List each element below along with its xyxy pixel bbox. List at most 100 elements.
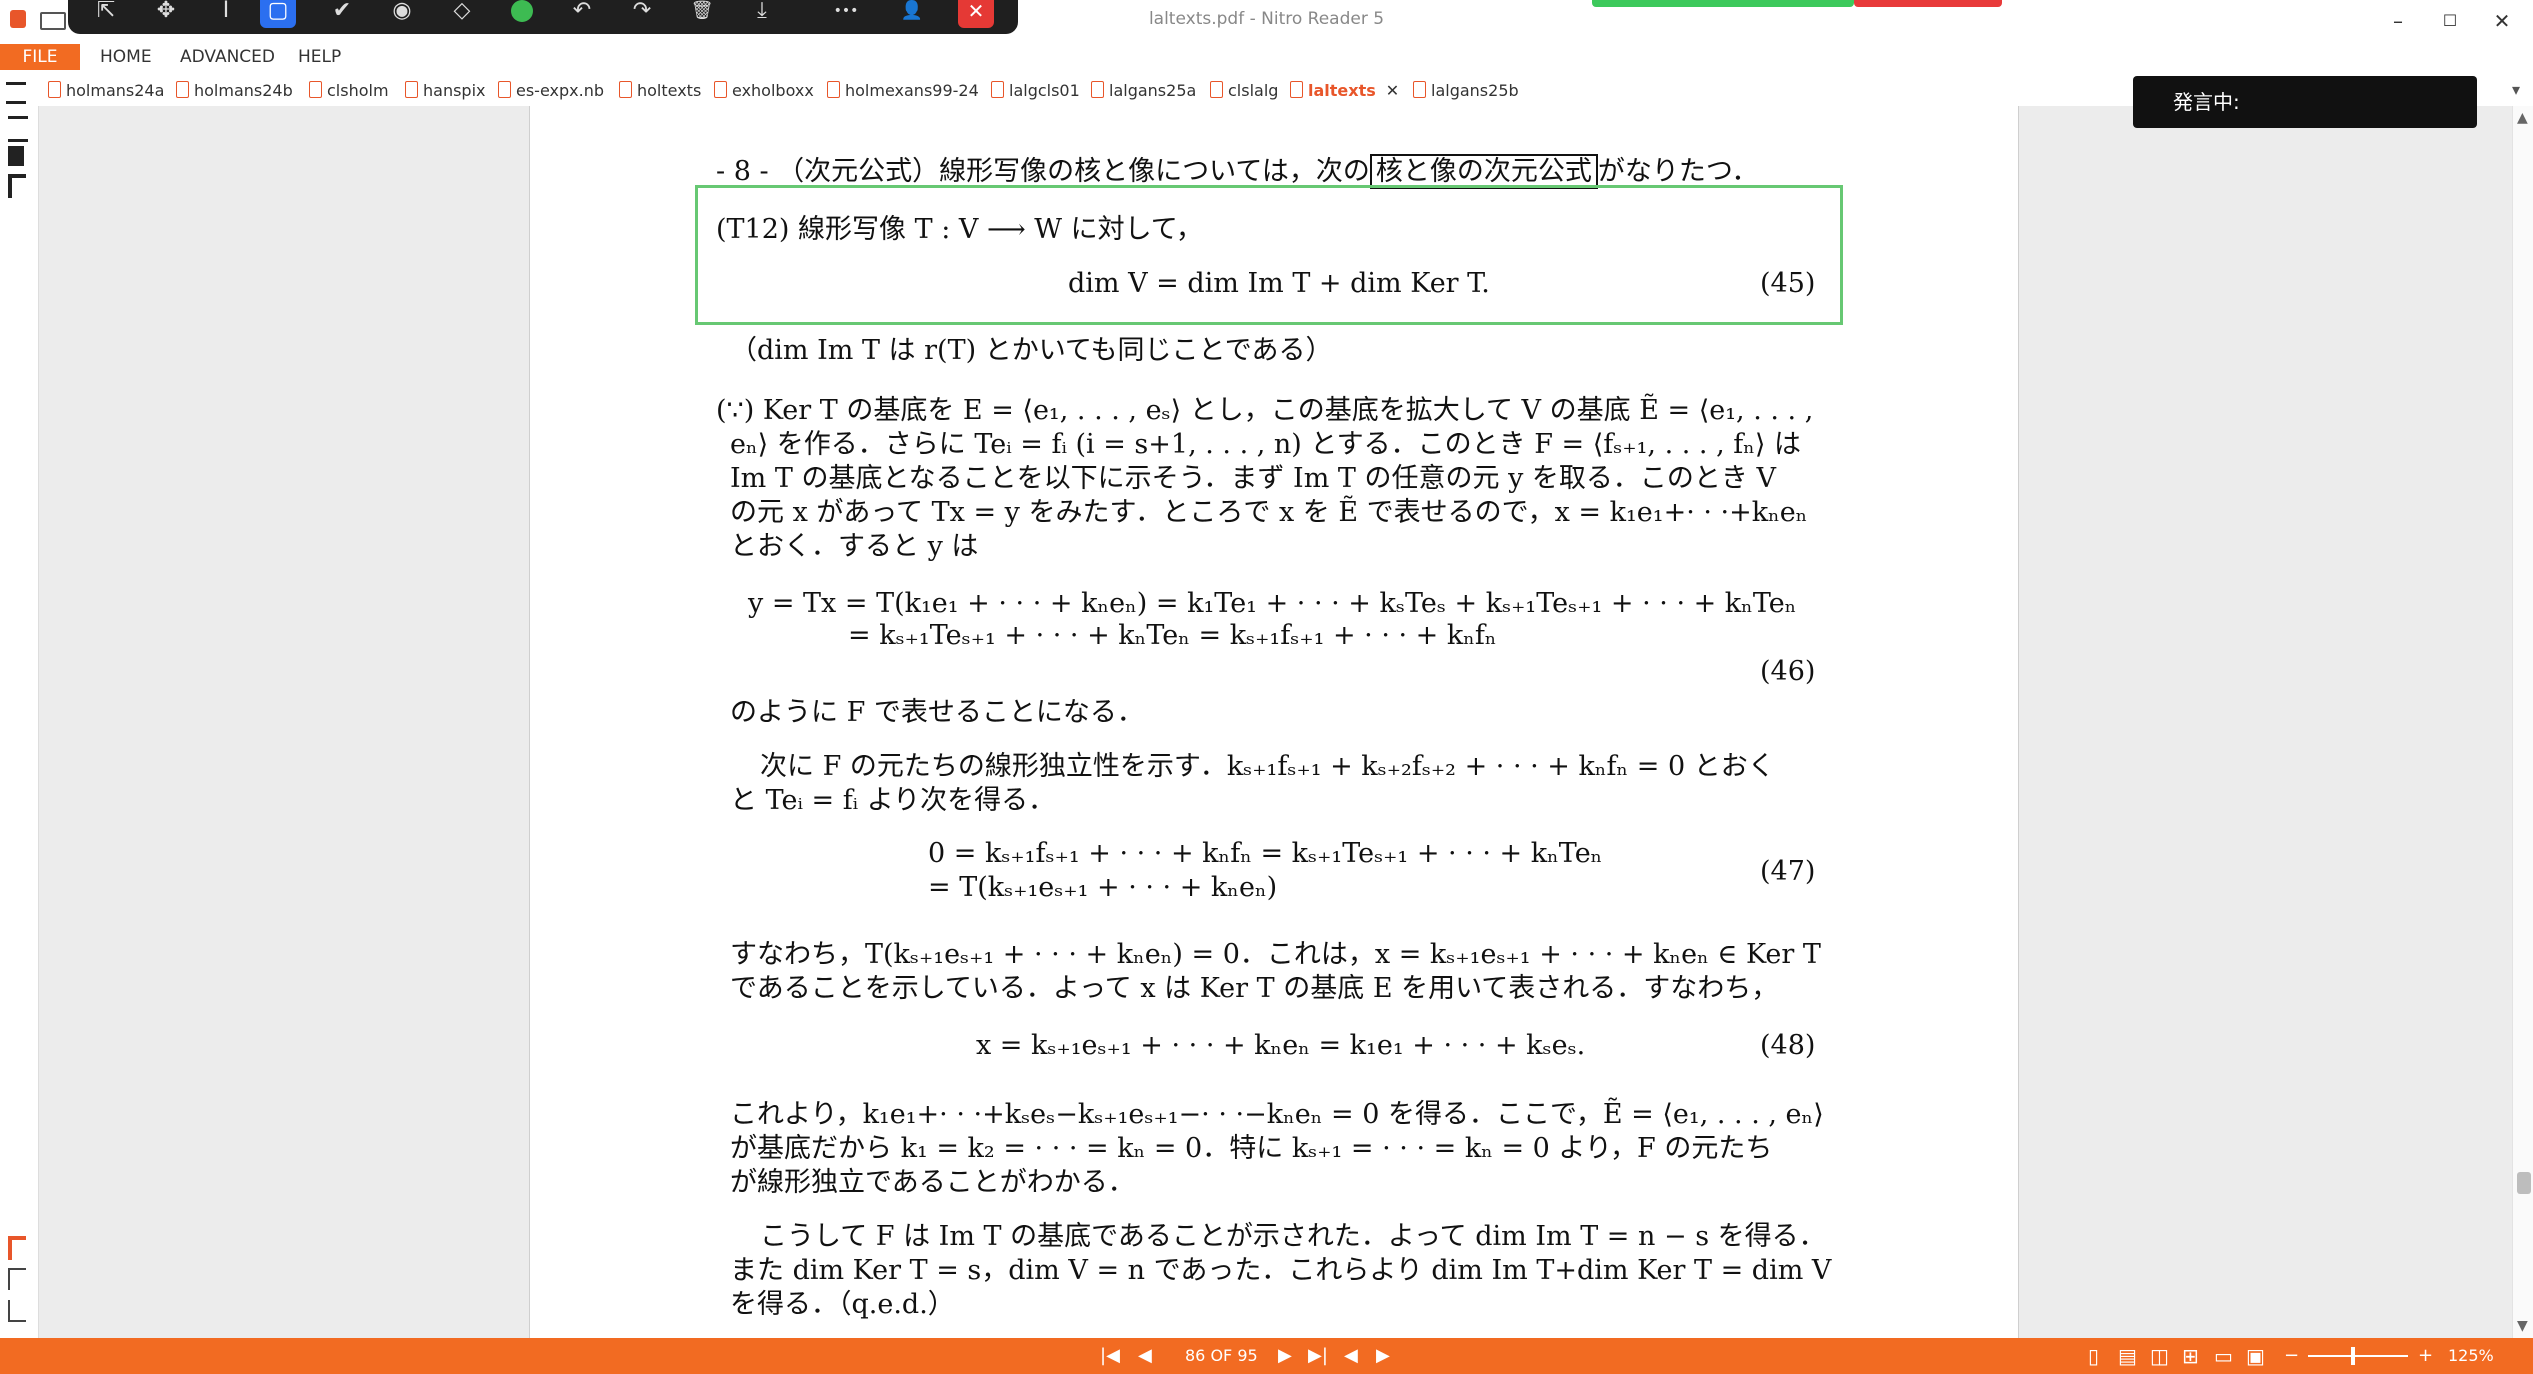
pan-icon[interactable]: ✥ bbox=[148, 0, 184, 28]
tab-holmexans99-24[interactable]: holmexans99-24 bbox=[827, 78, 979, 104]
tab-label: clsholm bbox=[327, 81, 389, 100]
pdf-file-icon bbox=[619, 81, 632, 98]
doc-line-kernel-2: であることを示している．よって x は Ker T の基底 E を用いて表される… bbox=[730, 973, 1779, 1004]
sidebar-pages-icon[interactable] bbox=[8, 116, 28, 142]
tab-holmans24b[interactable]: holmans24b bbox=[176, 78, 293, 104]
eraser-icon[interactable]: ◇ bbox=[444, 0, 480, 28]
page-indicator[interactable]: 86 OF 95 bbox=[1185, 1338, 1258, 1374]
tab-exholboxx[interactable]: exholboxx bbox=[714, 78, 814, 104]
single-page-view-icon[interactable]: ▯ bbox=[2088, 1338, 2099, 1374]
continuous-view-icon[interactable]: ▤ bbox=[2118, 1338, 2137, 1374]
sidebar-bookmark-icon[interactable] bbox=[8, 146, 24, 166]
tab-label: lalgans25b bbox=[1431, 81, 1519, 100]
zoom-slider-handle[interactable] bbox=[2351, 1347, 2355, 1365]
pdf-file-icon bbox=[405, 81, 418, 98]
sidebar-comments-icon[interactable] bbox=[8, 1236, 26, 1260]
rectangle-icon[interactable]: ▢ bbox=[260, 0, 296, 28]
tab-holmans24a[interactable]: holmans24a bbox=[48, 78, 164, 104]
tab-label: clslalg bbox=[1228, 81, 1279, 100]
last-page-icon[interactable]: ▶| bbox=[1308, 1338, 1328, 1374]
menu-bar: FILE HOME ADVANCED HELP bbox=[0, 44, 2533, 70]
undo-icon[interactable]: ↶ bbox=[564, 0, 600, 28]
menu-file[interactable]: FILE bbox=[0, 44, 80, 70]
eq-number-46: (46) bbox=[1760, 656, 1816, 687]
fit-page-icon[interactable]: ▣ bbox=[2246, 1338, 2265, 1374]
recording-level-green bbox=[1592, 0, 1854, 7]
menu-help[interactable]: HELP bbox=[298, 44, 341, 70]
annotation-toolbar: ⇱ ✥ I ▢ ✔ ◉ ◇ ↶ ↷ 🗑 ⤓ ••• 👤 ✕ bbox=[68, 0, 1018, 34]
doc-eq-46-b: = kₛ₊₁Teₛ₊₁ + · · · + kₙTeₙ = kₛ₊₁fₛ₊₁ +… bbox=[848, 620, 1497, 651]
scroll-thumb[interactable] bbox=[2517, 1172, 2531, 1194]
boxed-term: 核と像の次元公式 bbox=[1369, 154, 1598, 189]
delete-icon[interactable]: 🗑 bbox=[684, 0, 720, 28]
doc-line-indep-2: と Teᵢ = fᵢ より次を得る． bbox=[730, 785, 1056, 816]
doc-eq-48: x = kₛ₊₁eₛ₊₁ + · · · + kₙeₙ = k₁e₁ + · ·… bbox=[976, 1030, 1586, 1061]
pdf-file-icon bbox=[1413, 81, 1426, 98]
user-icon[interactable]: 👤 bbox=[894, 0, 930, 28]
eq-number-48: (48) bbox=[1760, 1030, 1816, 1061]
tool-lines-icon[interactable] bbox=[6, 82, 26, 104]
tab-es-expx[interactable]: es-expx.nb bbox=[498, 78, 604, 104]
tab-hanspix[interactable]: hanspix bbox=[405, 78, 486, 104]
status-bar: |◀ ◀ 86 OF 95 ▶ ▶| ◀ ▶ ▯ ▤ ◫ ⊞ ▭ ▣ − + 1… bbox=[0, 1338, 2533, 1374]
rectangle-annotation[interactable] bbox=[695, 185, 1843, 325]
stamp-icon[interactable]: ◉ bbox=[384, 0, 420, 28]
close-tab-icon[interactable]: ✕ bbox=[1386, 81, 1399, 100]
doc-eq-45: dim V = dim Im T + dim Ker T. bbox=[1068, 268, 1490, 299]
speaking-indicator-popup: 発言中: bbox=[2133, 76, 2477, 128]
doc-eq-47-a: 0 = kₛ₊₁fₛ₊₁ + · · · + kₙfₙ = kₛ₊₁Teₛ₊₁ … bbox=[928, 838, 1603, 869]
checkmark-icon[interactable]: ✔ bbox=[324, 0, 360, 28]
more-icon[interactable]: ••• bbox=[828, 0, 864, 28]
forward-view-icon[interactable]: ▶ bbox=[1376, 1338, 1390, 1374]
tab-laltexts[interactable]: laltexts ✕ bbox=[1290, 78, 1399, 104]
fit-width-icon[interactable]: ▭ bbox=[2214, 1338, 2233, 1374]
sidebar-layers-icon[interactable] bbox=[8, 174, 26, 198]
doc-line-note: （dim Im T は r(T) とかいても同じことである） bbox=[730, 335, 1333, 366]
previous-page-icon[interactable]: ◀ bbox=[1138, 1338, 1152, 1374]
zoom-out-icon[interactable]: − bbox=[2284, 1338, 2299, 1374]
tab-label: hanspix bbox=[423, 81, 486, 100]
minimize-button[interactable]: – bbox=[2378, 6, 2418, 36]
zoom-slider[interactable] bbox=[2308, 1355, 2408, 1357]
recording-level-red bbox=[1854, 0, 2002, 7]
eq-number-47: (47) bbox=[1760, 856, 1816, 887]
doc-line-heading: - 8 - （次元公式）線形写像の核と像については，次の 核と像の次元公式 がなりた… bbox=[716, 154, 1759, 189]
doc-eq-46-a: y = Tx = T(k₁e₁ + · · · + kₙeₙ) = k₁Te₁ … bbox=[748, 588, 1797, 619]
pdf-file-icon bbox=[309, 81, 322, 98]
tab-label: lalgans25a bbox=[1109, 81, 1197, 100]
tab-label: holmans24a bbox=[66, 81, 165, 100]
redo-icon[interactable]: ↷ bbox=[624, 0, 660, 28]
zoom-level[interactable]: 125% bbox=[2448, 1338, 2494, 1374]
tab-clsholm[interactable]: clsholm bbox=[309, 78, 389, 104]
sidebar-list-icon[interactable] bbox=[8, 1300, 26, 1322]
menu-home[interactable]: HOME bbox=[100, 44, 152, 70]
doc-line-conclude-3: を得る．（q.e.d.） bbox=[730, 1289, 955, 1320]
facing-continuous-view-icon[interactable]: ⊞ bbox=[2182, 1338, 2199, 1374]
eq-number-45: (45) bbox=[1760, 268, 1816, 299]
facing-view-icon[interactable]: ◫ bbox=[2150, 1338, 2169, 1374]
maximize-button[interactable]: ☐ bbox=[2430, 6, 2470, 36]
menu-advanced[interactable]: ADVANCED bbox=[180, 44, 275, 70]
tab-lalgcls01[interactable]: lalgcls01 bbox=[991, 78, 1080, 104]
tab-lalgans25b[interactable]: lalgans25b bbox=[1413, 78, 1519, 104]
back-view-icon[interactable]: ◀ bbox=[1344, 1338, 1358, 1374]
next-page-icon[interactable]: ▶ bbox=[1278, 1338, 1292, 1374]
first-page-icon[interactable]: |◀ bbox=[1100, 1338, 1120, 1374]
close-toolbar-icon[interactable]: ✕ bbox=[958, 0, 994, 28]
download-icon[interactable]: ⤓ bbox=[744, 0, 780, 28]
sidebar-outline-icon[interactable] bbox=[8, 1268, 26, 1290]
select-arrow-icon[interactable]: ⇱ bbox=[88, 0, 124, 28]
scroll-up-icon[interactable]: ▲ bbox=[2517, 110, 2528, 126]
tab-clslalg[interactable]: clslalg bbox=[1210, 78, 1278, 104]
scroll-down-icon[interactable]: ▼ bbox=[2517, 1318, 2528, 1334]
close-window-button[interactable]: ✕ bbox=[2482, 6, 2522, 36]
text-cursor-icon[interactable]: I bbox=[208, 0, 244, 28]
pdf-file-icon bbox=[498, 81, 511, 98]
tab-holtexts[interactable]: holtexts bbox=[619, 78, 701, 104]
tab-lalgans25a[interactable]: lalgans25a bbox=[1091, 78, 1196, 104]
tabs-dropdown-icon[interactable]: ▾ bbox=[2512, 80, 2520, 99]
color-dot-icon[interactable] bbox=[504, 0, 540, 28]
tab-label: holmans24b bbox=[194, 81, 293, 100]
zoom-in-icon[interactable]: + bbox=[2418, 1338, 2433, 1374]
vertical-scrollbar[interactable]: ▲ ▼ bbox=[2512, 106, 2533, 1338]
